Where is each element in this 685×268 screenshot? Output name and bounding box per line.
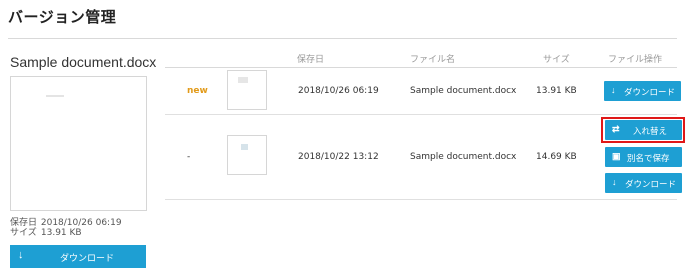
document-preview	[10, 76, 147, 211]
row-2-thumbnail	[227, 135, 267, 175]
row-1-size: 13.91 KB	[536, 86, 577, 96]
row-1-thumbnail	[227, 70, 267, 110]
thumbnail-text-mark	[238, 77, 248, 83]
preview-text-line	[46, 95, 64, 97]
header-size: サイズ	[543, 55, 570, 65]
download-arrow-icon: ↓	[18, 249, 24, 261]
saved-date-value: 2018/10/26 06:19	[40, 218, 122, 228]
row-2-saved: 2018/10/22 13:12	[298, 152, 379, 162]
row-1-download-label: ダウンロード	[624, 87, 676, 97]
row-2-download-button[interactable]: ↓ ダウンロード	[605, 173, 682, 193]
thumbnail-text-mark	[241, 144, 248, 150]
row-2-filename: Sample document.docx	[410, 152, 517, 162]
row-2-size: 14.69 KB	[536, 152, 577, 162]
row-divider	[165, 199, 677, 200]
header-saved: 保存日	[297, 55, 325, 65]
row-2-download-label: ダウンロード	[625, 179, 677, 189]
download-arrow-icon: ↓	[612, 177, 617, 187]
row-1-status-badge: new	[187, 86, 208, 96]
row-1-saved: 2018/10/26 06:19	[298, 86, 379, 96]
size-meta: サイズ 13.91 KB	[10, 228, 82, 239]
header-filename: ファイル名	[410, 55, 456, 65]
page-title: バージョン管理	[8, 8, 117, 26]
title-divider	[8, 38, 677, 39]
download-arrow-icon: ↓	[611, 85, 616, 95]
row-divider	[165, 114, 677, 115]
row-2-status: -	[187, 152, 191, 162]
row-1-filename: Sample document.docx	[410, 86, 517, 96]
size-value: 13.91 KB	[40, 228, 82, 238]
row-2-save-as-button[interactable]: ▣ 別名で保存	[605, 147, 682, 167]
current-download-label: ダウンロード	[60, 253, 115, 263]
floppy-disk-icon: ▣	[612, 151, 621, 161]
row-1-download-button[interactable]: ↓ ダウンロード	[604, 81, 681, 101]
document-name: Sample document.docx	[10, 54, 157, 70]
current-download-button[interactable]: ↓ ダウンロード	[10, 245, 146, 268]
size-label: サイズ	[10, 228, 37, 238]
version-table-header: 保存日 ファイル名 サイズ ファイル操作	[165, 48, 677, 68]
header-file-actions: ファイル操作	[608, 55, 663, 65]
row-2-save-as-label: 別名で保存	[627, 153, 670, 163]
replace-highlight-box	[601, 117, 685, 143]
